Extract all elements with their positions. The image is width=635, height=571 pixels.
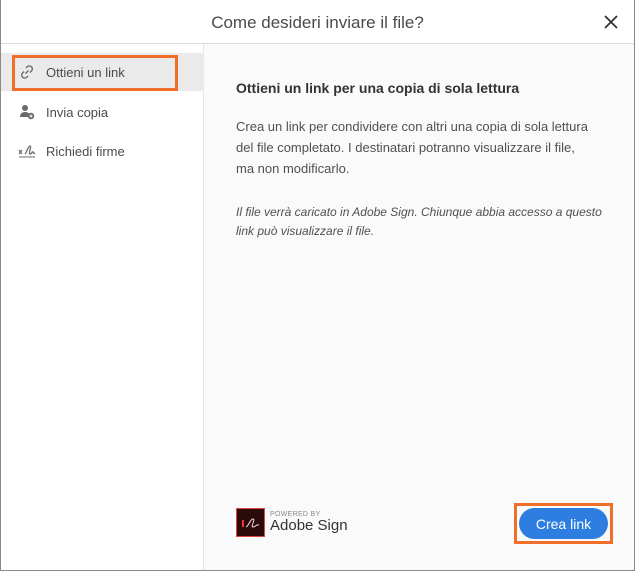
sidebar-item-label: Invia copia: [46, 104, 109, 120]
sidebar: Ottieni un link Invia copia Richiedi fir…: [1, 44, 204, 570]
adobe-sign-icon: [236, 508, 265, 537]
sidebar-item-label: Richiedi firme: [46, 143, 125, 159]
person-add-icon: [18, 103, 36, 121]
selection-highlight: [12, 55, 178, 91]
close-icon[interactable]: [602, 13, 620, 31]
sidebar-item-request-signatures[interactable]: Richiedi firme: [1, 132, 204, 170]
panel-description: Crea un link per condividere con altri u…: [236, 119, 588, 176]
dialog-title: Come desideri inviare il file?: [211, 13, 424, 32]
dialog-header: Come desideri inviare il file?: [1, 0, 634, 44]
upload-note: Il file verrà caricato in Adobe Sign. Ch…: [236, 205, 602, 238]
send-file-dialog: Come desideri inviare il file? Ottieni u…: [0, 0, 635, 571]
sidebar-item-send-copy[interactable]: Invia copia: [1, 93, 204, 131]
panel-heading: Ottieni un link per una copia di sola le…: [236, 80, 520, 96]
signature-icon: [18, 142, 36, 160]
button-highlight: [514, 503, 613, 544]
brand-name: Adobe Sign: [270, 517, 348, 534]
adobe-sign-logo: POWERED BY Adobe Sign: [236, 508, 348, 537]
main-panel: Ottieni un link per una copia di sola le…: [205, 44, 633, 570]
